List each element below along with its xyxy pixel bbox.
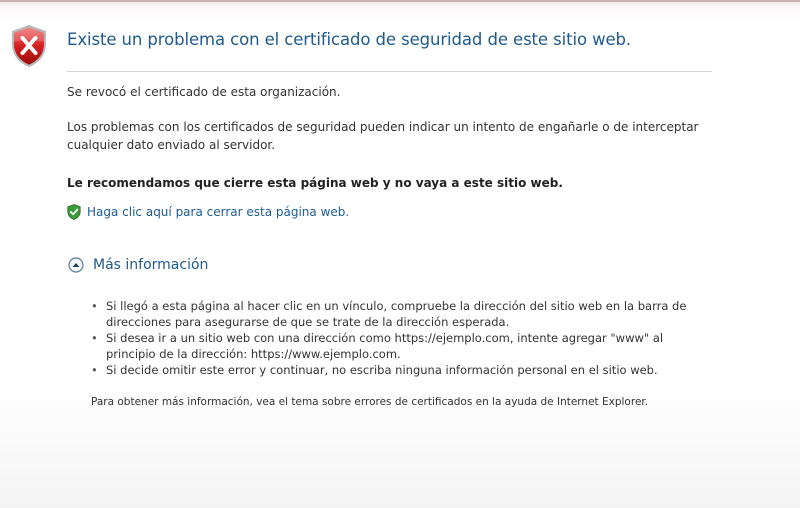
close-page-link-label: Haga clic aquí para cerrar esta página w… [87, 205, 350, 219]
title-divider [67, 71, 712, 72]
window-top-border [0, 0, 800, 2]
more-info-list: Si llegó a esta página al hacer clic en … [91, 298, 701, 378]
green-shield-check-icon [67, 204, 81, 220]
recommendation-text: Le recomendamos que cierre esta página w… [67, 176, 563, 190]
close-page-link[interactable]: Haga clic aquí para cerrar esta página w… [67, 203, 349, 221]
more-info-toggle[interactable]: Más información [68, 257, 208, 273]
error-shield-icon [12, 25, 46, 67]
problems-message: Los problemas con los certificados de se… [67, 120, 699, 152]
more-info-label: Más información [93, 257, 209, 273]
list-item: Si decide omitir este error y continuar,… [91, 362, 701, 378]
page-title: Existe un problema con el certificado de… [67, 30, 632, 49]
list-item: Si llegó a esta página al hacer clic en … [91, 298, 701, 330]
more-info-footer: Para obtener más información, vea el tem… [91, 396, 649, 408]
list-item: Si desea ir a un sitio web con una direc… [91, 330, 701, 362]
chevron-up-circle-icon [68, 257, 84, 273]
revoked-message: Se revocó el certificado de esta organiz… [67, 85, 341, 99]
